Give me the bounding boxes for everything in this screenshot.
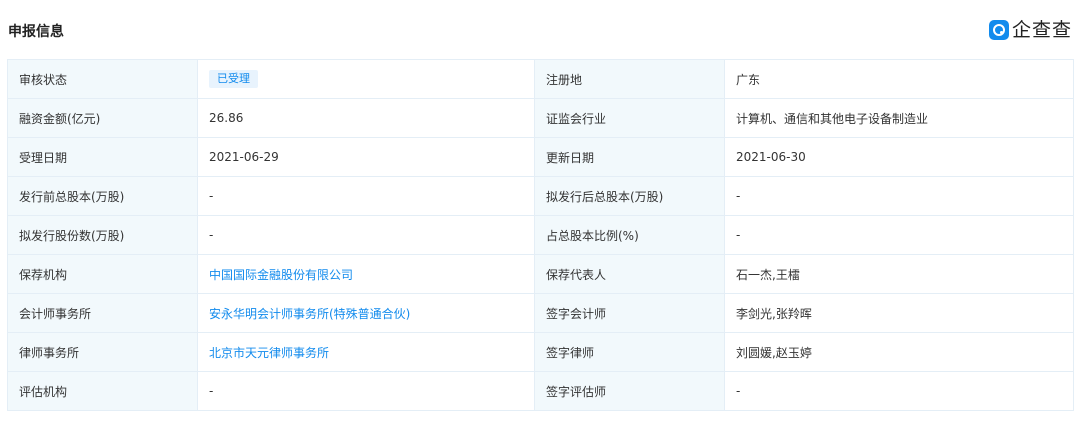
value-signing-lawyer: 刘圆媛,赵玉婷 bbox=[724, 332, 1074, 372]
value-update-date: 2021-06-30 bbox=[724, 137, 1074, 177]
label-signing-accountant: 签字会计师 bbox=[534, 293, 725, 333]
label-financing-amount: 融资金额(亿元) bbox=[7, 98, 198, 138]
table-row: 发行前总股本(万股) - 拟发行后总股本(万股) - bbox=[7, 176, 1074, 216]
value-appraisal-agency: - bbox=[197, 371, 535, 411]
label-pre-issue-shares: 发行前总股本(万股) bbox=[7, 176, 198, 216]
status-badge: 已受理 bbox=[209, 70, 258, 88]
value-pre-issue-shares: - bbox=[197, 176, 535, 216]
label-update-date: 更新日期 bbox=[534, 137, 725, 177]
table-row: 受理日期 2021-06-29 更新日期 2021-06-30 bbox=[7, 137, 1074, 177]
value-issue-shares: - bbox=[197, 215, 535, 255]
sponsor-link[interactable]: 中国国际金融股份有限公司 bbox=[209, 268, 353, 282]
value-post-issue-shares: - bbox=[724, 176, 1074, 216]
filing-info-table: 审核状态 已受理 注册地 广东 融资金额(亿元) 26.86 证监会行业 计算机… bbox=[7, 59, 1074, 411]
qcc-logo-icon bbox=[988, 20, 1009, 40]
table-row: 评估机构 - 签字评估师 - bbox=[7, 371, 1074, 411]
table-row: 拟发行股份数(万股) - 占总股本比例(%) - bbox=[7, 215, 1074, 255]
value-signing-appraiser: - bbox=[724, 371, 1074, 411]
table-row: 保荐机构 中国国际金融股份有限公司 保荐代表人 石一杰,王檑 bbox=[7, 254, 1074, 294]
label-csrc-industry: 证监会行业 bbox=[534, 98, 725, 138]
label-issue-shares: 拟发行股份数(万股) bbox=[7, 215, 198, 255]
section-title: 申报信息 bbox=[8, 24, 64, 40]
value-share-ratio: - bbox=[724, 215, 1074, 255]
section-header: 申报信息 企查查 bbox=[0, 0, 1080, 60]
label-law-firm: 律师事务所 bbox=[7, 332, 198, 372]
table-row: 律师事务所 北京市天元律师事务所 签字律师 刘圆媛,赵玉婷 bbox=[7, 332, 1074, 372]
label-appraisal-agency: 评估机构 bbox=[7, 371, 198, 411]
table-row: 审核状态 已受理 注册地 广东 bbox=[7, 59, 1074, 99]
label-registered-place: 注册地 bbox=[534, 59, 725, 99]
value-sponsor-rep: 石一杰,王檑 bbox=[724, 254, 1074, 294]
label-accept-date: 受理日期 bbox=[7, 137, 198, 177]
value-accounting-firm: 安永华明会计师事务所(特殊普通合伙) bbox=[197, 293, 535, 333]
value-financing-amount: 26.86 bbox=[197, 98, 535, 138]
value-registered-place: 广东 bbox=[724, 59, 1074, 99]
value-accept-date: 2021-06-29 bbox=[197, 137, 535, 177]
label-accounting-firm: 会计师事务所 bbox=[7, 293, 198, 333]
brand-name: 企查查 bbox=[1011, 19, 1072, 41]
brand-logo[interactable]: 企查查 bbox=[988, 19, 1072, 41]
label-post-issue-shares: 拟发行后总股本(万股) bbox=[534, 176, 725, 216]
value-law-firm: 北京市天元律师事务所 bbox=[197, 332, 535, 372]
label-sponsor-rep: 保荐代表人 bbox=[534, 254, 725, 294]
value-sponsor: 中国国际金融股份有限公司 bbox=[197, 254, 535, 294]
label-signing-lawyer: 签字律师 bbox=[534, 332, 725, 372]
label-sponsor: 保荐机构 bbox=[7, 254, 198, 294]
value-csrc-industry: 计算机、通信和其他电子设备制造业 bbox=[724, 98, 1074, 138]
table-row: 会计师事务所 安永华明会计师事务所(特殊普通合伙) 签字会计师 李剑光,张羚晖 bbox=[7, 293, 1074, 333]
value-review-status: 已受理 bbox=[197, 59, 535, 99]
table-row: 融资金额(亿元) 26.86 证监会行业 计算机、通信和其他电子设备制造业 bbox=[7, 98, 1074, 138]
law-firm-link[interactable]: 北京市天元律师事务所 bbox=[209, 346, 329, 360]
label-review-status: 审核状态 bbox=[7, 59, 198, 99]
label-signing-appraiser: 签字评估师 bbox=[534, 371, 725, 411]
value-signing-accountant: 李剑光,张羚晖 bbox=[724, 293, 1074, 333]
label-share-ratio: 占总股本比例(%) bbox=[534, 215, 725, 255]
accounting-firm-link[interactable]: 安永华明会计师事务所(特殊普通合伙) bbox=[209, 307, 410, 321]
